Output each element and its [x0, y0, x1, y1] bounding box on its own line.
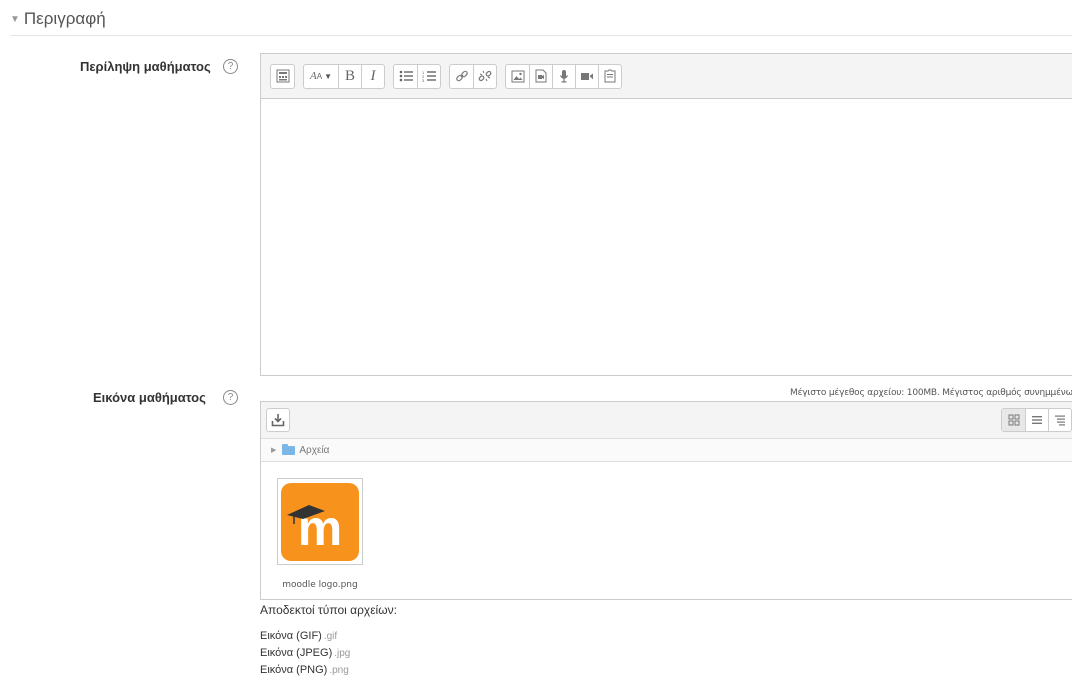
accepted-types-title: Αποδεκτοί τύποι αρχείων:: [260, 603, 397, 617]
editor-toolbar: A A ▼ B I 123: [261, 54, 1072, 99]
editor-content-area[interactable]: [261, 99, 1072, 375]
file-name: moodle logo.png: [282, 580, 358, 590]
accepted-type-item: Εικόνα (PNG) .png: [260, 664, 349, 676]
file-thumbnail[interactable]: m: [277, 478, 363, 565]
section-title: Περιγραφή: [23, 9, 106, 28]
section-divider: [10, 35, 1072, 36]
toggle-toolbar-icon[interactable]: [271, 65, 294, 88]
record-audio-icon[interactable]: [552, 64, 575, 88]
file-item[interactable]: m moodle logo.png: [277, 478, 363, 590]
svg-text:3: 3: [422, 78, 425, 82]
file-manager-toolbar: [261, 402, 1072, 439]
record-video-icon[interactable]: [575, 64, 598, 88]
summary-label: Περίληψη μαθήματος: [80, 59, 211, 74]
bold-icon[interactable]: B: [338, 64, 361, 88]
icons-view-icon[interactable]: [1002, 409, 1025, 431]
folder-icon: [282, 443, 296, 455]
link-icon[interactable]: [450, 65, 473, 88]
caret-down-icon: ▼: [10, 13, 20, 25]
folder-path-label[interactable]: Αρχεία: [299, 445, 329, 456]
font-style-icon[interactable]: A A ▼: [304, 65, 338, 88]
accepted-type-item: Εικόνα (JPEG) .jpg: [260, 647, 351, 659]
question-circle-icon[interactable]: ?: [223, 390, 238, 405]
caret-right-icon: ▶: [271, 447, 277, 454]
manage-files-icon[interactable]: [598, 64, 621, 88]
download-tray-icon[interactable]: [266, 408, 290, 432]
image-icon[interactable]: [506, 65, 529, 88]
unlink-icon[interactable]: [473, 64, 496, 88]
breadcrumb: ▶ Αρχεία: [261, 439, 1072, 462]
section-toggle[interactable]: ▼ Περιγραφή: [10, 9, 106, 29]
tree-view-icon[interactable]: [1048, 409, 1071, 431]
file-manager: ▶ Αρχεία m moodle logo.png: [260, 401, 1072, 600]
media-icon[interactable]: [529, 64, 552, 88]
max-size-note: Μέγιστο μέγεθος αρχείου: 100MB. Μέγιστος…: [790, 388, 1072, 398]
accepted-types-list: Εικόνα (GIF) .gif Εικόνα (JPEG) .jpg Εικόν…: [260, 628, 350, 679]
view-mode-switch: [1001, 408, 1072, 432]
question-circle-icon[interactable]: ?: [223, 59, 238, 74]
italic-icon[interactable]: I: [361, 64, 384, 88]
image-label: Εικόνα μαθήματος: [93, 390, 206, 405]
moodle-logo-image: m: [281, 482, 359, 561]
unordered-list-icon[interactable]: [394, 65, 417, 88]
accepted-type-item: Εικόνα (GIF) .gif: [260, 630, 338, 642]
ordered-list-icon[interactable]: 123: [417, 64, 440, 88]
list-view-icon[interactable]: [1025, 409, 1048, 431]
summary-editor[interactable]: A A ▼ B I 123: [260, 53, 1072, 376]
